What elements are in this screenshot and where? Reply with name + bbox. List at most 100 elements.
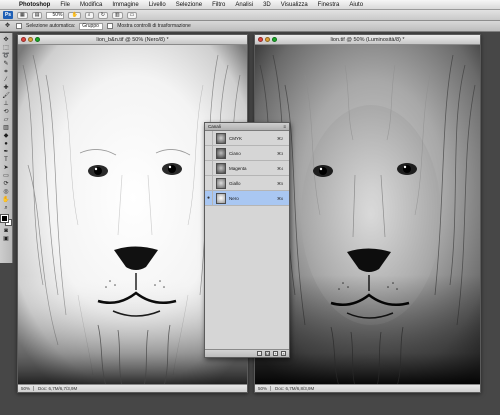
gradient-icon[interactable]: ▥ bbox=[2, 124, 11, 131]
load-selection-icon[interactable]: ◌ bbox=[257, 351, 262, 356]
lasso-icon[interactable]: ➰ bbox=[2, 52, 11, 59]
doc-size-right[interactable]: Doc: 6,7M/6,8/3,9M bbox=[275, 386, 314, 391]
panel-menu-icon[interactable]: ≡ bbox=[283, 124, 286, 129]
minimize-icon[interactable] bbox=[265, 37, 270, 42]
menu-aiuto[interactable]: Aiuto bbox=[344, 2, 368, 8]
path-selection-icon[interactable]: ➤ bbox=[2, 164, 11, 171]
shape-icon[interactable]: ▭ bbox=[2, 172, 11, 179]
channels-panel-title[interactable]: Canali bbox=[208, 124, 221, 129]
auto-select-dropdown[interactable]: Gruppo bbox=[79, 22, 104, 30]
new-channel-icon[interactable]: + bbox=[273, 351, 278, 356]
menu-file[interactable]: File bbox=[55, 2, 75, 8]
tools-panel: ✥ ⬚ ➰ ✎ ⌗ ⁄ ✚ 🖌 ⊥ ⟲ ▱ ▥ ◆ ● ✒ T ➤ ▭ ⟳ ◎ … bbox=[0, 33, 13, 263]
channel-name: Magenta bbox=[229, 165, 247, 171]
menu-modifica[interactable]: Modifica bbox=[75, 2, 107, 8]
type-icon[interactable]: T bbox=[2, 156, 11, 163]
visibility-toggle-icon[interactable] bbox=[205, 130, 213, 146]
close-icon[interactable] bbox=[21, 37, 26, 42]
application-bar: Ps ▦ ▤ 50% ✋ ⌕ ↻ ▥ ▭ bbox=[0, 10, 500, 21]
move-icon[interactable]: ✥ bbox=[2, 36, 11, 43]
channel-row-cmyk[interactable]: CMYK ⌘2 bbox=[205, 130, 289, 146]
document-titlebar-right[interactable]: lion.tif @ 50% (Luminosità/8) * bbox=[255, 35, 480, 45]
channel-shortcut: ⌘5 bbox=[277, 180, 284, 186]
channel-row-nero[interactable]: ● Nero ⌘6 bbox=[205, 190, 289, 206]
zoom-window-icon[interactable] bbox=[272, 37, 277, 42]
zoom-tool-button[interactable]: ⌕ bbox=[84, 11, 94, 19]
channel-shortcut: ⌘2 bbox=[277, 135, 284, 141]
marquee-icon[interactable]: ⬚ bbox=[2, 44, 11, 51]
channels-panel[interactable]: Canali ≡ CMYK ⌘2 Ciano ⌘3 Magenta ⌘4 Gia… bbox=[204, 122, 290, 358]
screen-mode-icon[interactable]: ▣ bbox=[2, 235, 11, 242]
menu-analisi[interactable]: Analisi bbox=[230, 2, 258, 8]
eyedropper-icon[interactable]: ⁄ bbox=[2, 76, 11, 83]
channel-row-ciano[interactable]: Ciano ⌘3 bbox=[205, 145, 289, 161]
delete-channel-icon[interactable]: × bbox=[281, 351, 286, 356]
options-bar: ✥ Selezione automatica: Gruppo Mostra co… bbox=[0, 21, 500, 32]
eye-icon[interactable]: ● bbox=[205, 190, 213, 206]
hand-icon[interactable]: ✋ bbox=[2, 196, 11, 203]
foreground-color-swatch[interactable] bbox=[0, 214, 9, 223]
zoom-readout-left[interactable]: 50% bbox=[21, 386, 35, 391]
channel-row-giallo[interactable]: Giallo ⌘5 bbox=[205, 175, 289, 191]
zoom-readout-right[interactable]: 50% bbox=[258, 386, 272, 391]
visibility-toggle-icon[interactable] bbox=[205, 175, 213, 191]
quick-selection-icon[interactable]: ✎ bbox=[2, 60, 11, 67]
close-icon[interactable] bbox=[258, 37, 263, 42]
menu-filtro[interactable]: Filtro bbox=[207, 2, 230, 8]
bridge-button[interactable]: ▦ bbox=[17, 11, 28, 19]
auto-select-checkbox[interactable] bbox=[16, 23, 22, 29]
mini-bridge-button[interactable]: ▤ bbox=[31, 11, 43, 19]
channel-thumbnail bbox=[216, 147, 226, 159]
photoshop-screen: Photoshop File Modifica Immagine Livello… bbox=[0, 0, 500, 415]
arrange-documents-button[interactable]: ▥ bbox=[111, 11, 123, 19]
channel-thumbnail bbox=[216, 177, 226, 189]
menu-immagine[interactable]: Immagine bbox=[107, 2, 143, 8]
dodge-icon[interactable]: ● bbox=[2, 140, 11, 147]
auto-select-label: Selezione automatica: bbox=[26, 23, 76, 29]
document-title-right: lion.tif @ 50% (Luminosità/8) * bbox=[330, 36, 405, 43]
zoom-window-icon[interactable] bbox=[35, 37, 40, 42]
channels-panel-header[interactable]: Canali ≡ bbox=[205, 123, 289, 131]
visibility-toggle-icon[interactable] bbox=[205, 160, 213, 176]
transform-controls-label: Mostra controlli di trasformazione bbox=[117, 23, 191, 29]
save-selection-icon[interactable]: ◘ bbox=[265, 351, 270, 356]
brush-icon[interactable]: 🖌 bbox=[2, 92, 11, 99]
clone-stamp-icon[interactable]: ⊥ bbox=[2, 100, 11, 107]
menu-visualizza[interactable]: Visualizza bbox=[276, 2, 313, 8]
eraser-icon[interactable]: ▱ bbox=[2, 116, 11, 123]
move-tool-icon[interactable]: ✥ bbox=[3, 23, 12, 30]
menu-bar: Photoshop File Modifica Immagine Livello… bbox=[0, 0, 500, 10]
document-titlebar-left[interactable]: lion_b&n.tif @ 50% (Nero/8) * bbox=[18, 35, 247, 45]
visibility-toggle-icon[interactable] bbox=[205, 145, 213, 161]
document-statusbar-left: 50% Doc: 6,7M/6,7/3,9M bbox=[18, 384, 247, 392]
channel-name: CMYK bbox=[229, 135, 243, 141]
transform-controls-checkbox[interactable] bbox=[107, 23, 114, 29]
doc-size-left[interactable]: Doc: 6,7M/6,7/3,9M bbox=[38, 386, 77, 391]
channel-name: Ciano bbox=[229, 150, 241, 156]
healing-brush-icon[interactable]: ✚ bbox=[2, 84, 11, 91]
pen-icon[interactable]: ✒ bbox=[2, 148, 11, 155]
menu-livello[interactable]: Livello bbox=[144, 2, 171, 8]
menu-photoshop[interactable]: Photoshop bbox=[14, 2, 55, 8]
minimize-icon[interactable] bbox=[28, 37, 33, 42]
quick-mask-icon[interactable]: ◙ bbox=[2, 227, 11, 234]
zoom-level-field[interactable]: 50% bbox=[46, 11, 65, 19]
rotate-view-button[interactable]: ↻ bbox=[97, 11, 108, 19]
channel-row-magenta[interactable]: Magenta ⌘4 bbox=[205, 160, 289, 176]
history-brush-icon[interactable]: ⟲ bbox=[2, 108, 11, 115]
channel-thumbnail bbox=[216, 162, 226, 174]
3d-camera-icon[interactable]: ◎ bbox=[2, 188, 11, 195]
color-swatches[interactable] bbox=[0, 214, 12, 226]
photoshop-logo: Ps bbox=[3, 11, 13, 19]
hand-tool-button[interactable]: ✋ bbox=[68, 11, 81, 19]
zoom-icon[interactable]: ⌕ bbox=[2, 204, 11, 211]
channel-thumbnail bbox=[216, 132, 226, 144]
document-title-left: lion_b&n.tif @ 50% (Nero/8) * bbox=[96, 36, 169, 43]
menu-finestra[interactable]: Finestra bbox=[313, 2, 345, 8]
blur-icon[interactable]: ◆ bbox=[2, 132, 11, 139]
screen-mode-button[interactable]: ▭ bbox=[126, 11, 138, 19]
menu-3d[interactable]: 3D bbox=[258, 2, 276, 8]
3d-rotate-icon[interactable]: ⟳ bbox=[2, 180, 11, 187]
crop-icon[interactable]: ⌗ bbox=[2, 68, 11, 75]
menu-selezione[interactable]: Selezione bbox=[171, 2, 207, 8]
